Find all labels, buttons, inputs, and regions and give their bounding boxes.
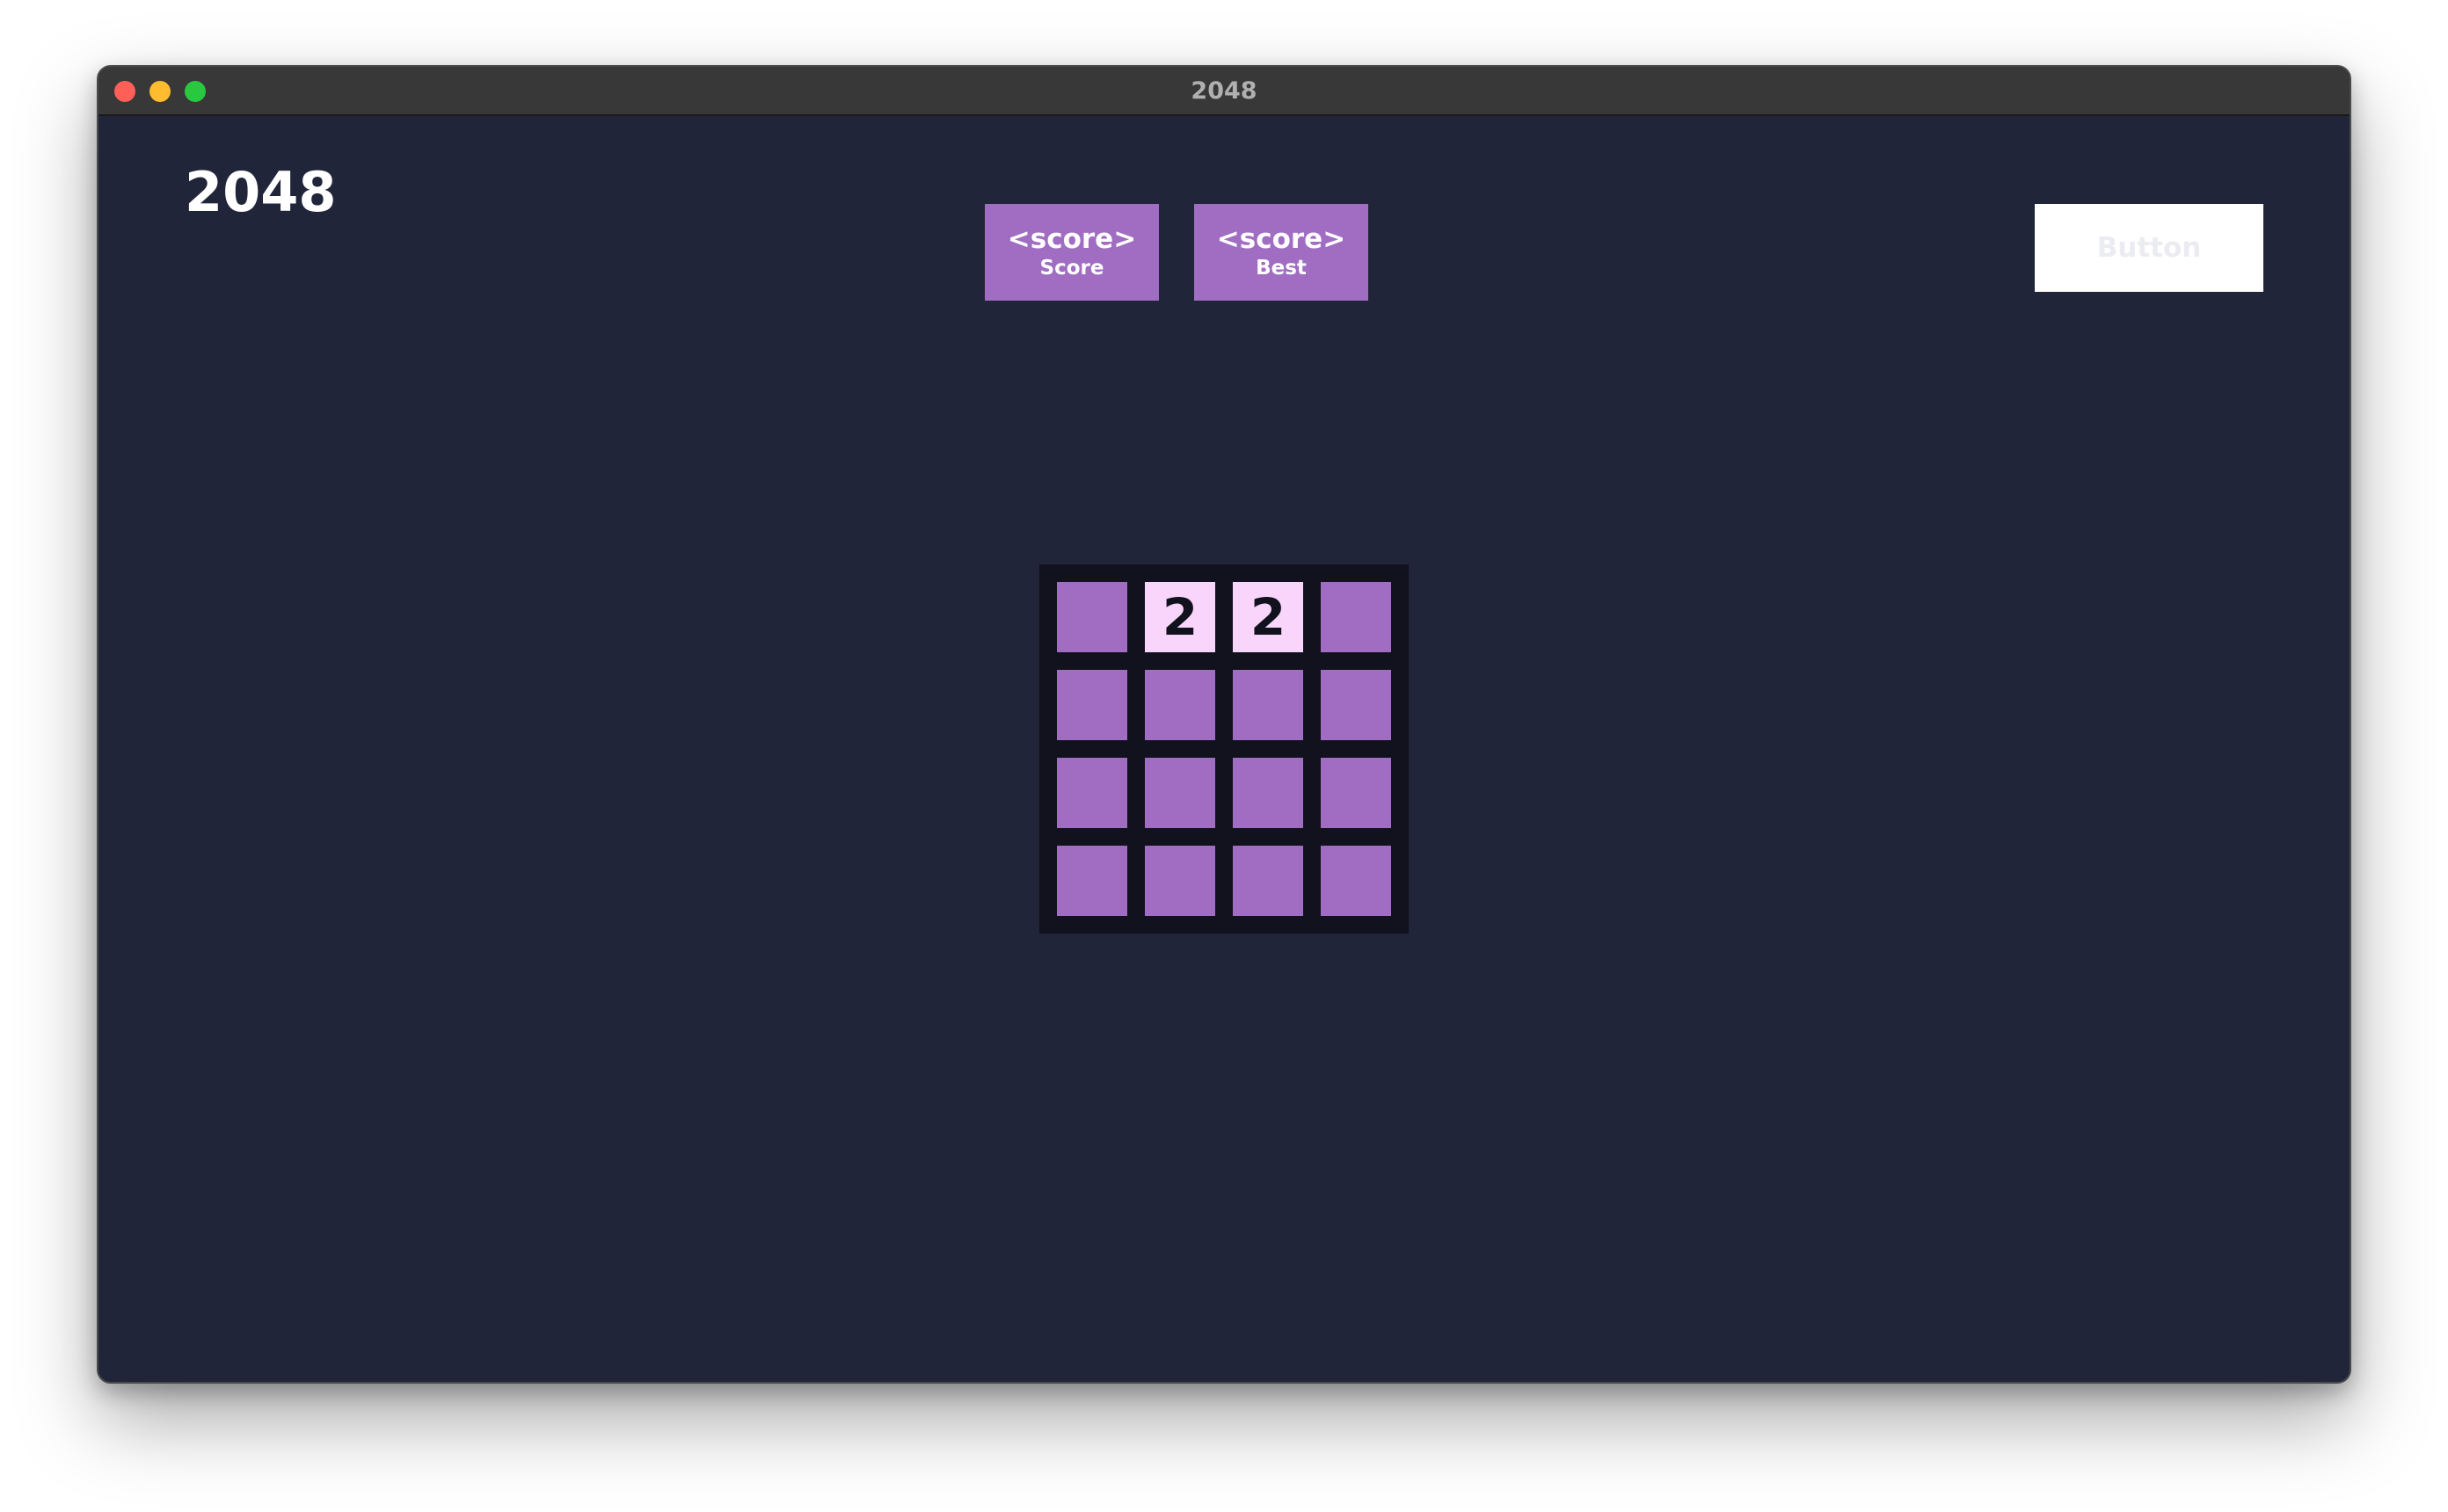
title-bar[interactable]: 2048 bbox=[98, 67, 2350, 116]
game-content: 2048 <score> Score <score> Best Button 2… bbox=[98, 116, 2350, 1382]
tile-r0-c3 bbox=[1321, 582, 1391, 652]
tile-r2-c3 bbox=[1321, 758, 1391, 828]
tile-r3-c3 bbox=[1321, 846, 1391, 916]
score-box: <score> Score bbox=[985, 204, 1159, 301]
tile-r3-c2 bbox=[1233, 846, 1303, 916]
tile-r0-c0 bbox=[1057, 582, 1127, 652]
tile-r0-c2: 2 bbox=[1233, 582, 1303, 652]
game-title: 2048 bbox=[185, 160, 337, 224]
desktop: 2048 2048 <score> Score <score> Best But… bbox=[0, 0, 2448, 1512]
window-title: 2048 bbox=[1191, 77, 1257, 105]
tile-r2-c0 bbox=[1057, 758, 1127, 828]
tile-r1-c2 bbox=[1233, 670, 1303, 740]
tile-r1-c3 bbox=[1321, 670, 1391, 740]
tile-r3-c1 bbox=[1145, 846, 1215, 916]
tile-r0-c1: 2 bbox=[1145, 582, 1215, 652]
best-score-value: <score> bbox=[1216, 223, 1346, 255]
tile-r2-c1 bbox=[1145, 758, 1215, 828]
tile-r3-c0 bbox=[1057, 846, 1127, 916]
score-value: <score> bbox=[1007, 223, 1137, 255]
score-label: Score bbox=[1039, 257, 1104, 280]
tile-r1-c1 bbox=[1145, 670, 1215, 740]
app-window: 2048 2048 <score> Score <score> Best But… bbox=[97, 65, 2351, 1384]
best-score-box: <score> Best bbox=[1194, 204, 1368, 301]
best-score-label: Best bbox=[1256, 257, 1307, 280]
tile-r1-c0 bbox=[1057, 670, 1127, 740]
game-board[interactable]: 2 2 bbox=[1039, 564, 1409, 934]
tile-r2-c2 bbox=[1233, 758, 1303, 828]
action-button[interactable]: Button bbox=[2035, 204, 2263, 292]
